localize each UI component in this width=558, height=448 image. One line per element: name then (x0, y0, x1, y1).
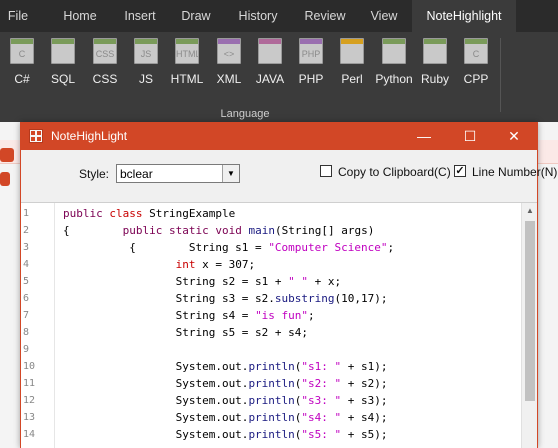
dialog-title: NoteHighLight (51, 129, 128, 143)
style-dropdown-value: bclear (120, 167, 153, 181)
code-line: System.out.println("s5: " + s5); (63, 428, 388, 441)
ribbon-divider (500, 38, 501, 112)
code-line: System.out.println("s1: " + s1); (63, 360, 388, 373)
ribbon-group-label: Language (220, 108, 270, 120)
line-number: 5 (23, 276, 30, 287)
html-file-icon: HTML (175, 38, 199, 64)
code-line: System.out.println("s2: " + s2); (63, 377, 388, 390)
tab-home[interactable]: Home (54, 0, 106, 32)
code-line: int x = 307; (175, 258, 256, 271)
code-line: public class StringExample (63, 207, 236, 220)
style-label: Style: (79, 167, 110, 181)
code-line: String s3 = s2.substring(10,17); (63, 292, 388, 305)
python-file-icon (382, 38, 406, 64)
xml-file-icon: <> (217, 38, 241, 64)
sql-file-icon (51, 38, 75, 64)
options-bar: Style: bclear ▼ Copy to Clipboard(C) ✓ L… (21, 150, 557, 198)
js-file-icon: JS (134, 38, 158, 64)
tab-notehighlight[interactable]: NoteHighlight (412, 0, 516, 32)
code-line: System.out.println("s4: " + s4); (63, 411, 388, 424)
line-number: 9 (23, 344, 30, 355)
code-line: String s5 = s2 + s4; (63, 326, 309, 339)
copy-to-clipboard-checkbox[interactable] (320, 165, 332, 177)
line-number: 12 (23, 395, 36, 406)
php-file-icon: PHP (299, 38, 323, 64)
language-button-label: CPP (463, 72, 489, 86)
scrollbar-thumb[interactable] (525, 221, 535, 401)
line-number: 4 (23, 259, 30, 270)
line-number-label[interactable]: Line Number(N) (472, 165, 557, 179)
tab-view[interactable]: View (362, 0, 406, 32)
line-number-gutter: 1 2 3 4 5 6 7 8 9 10 11 12 13 14 (21, 203, 55, 448)
line-number: 14 (23, 429, 36, 440)
minimize-icon: — (417, 128, 431, 144)
onenote-page-marker (0, 148, 14, 162)
line-number: 7 (23, 310, 30, 321)
line-number: 2 (23, 225, 30, 236)
onenote-page-marker (0, 172, 10, 186)
code-line: { String s1 = "Computer Science"; (63, 241, 395, 254)
code-line: System.out.println("s3: " + s3); (63, 394, 388, 407)
line-number-checkbox[interactable]: ✓ (454, 165, 466, 177)
dialog-title-bar[interactable]: NoteHighLight — ☐ ✕ (21, 122, 537, 150)
close-icon: ✕ (508, 128, 520, 144)
code-line: String s2 = s1 + " " + x; (63, 275, 342, 288)
notehighlight-dialog: NoteHighLight — ☐ ✕ Style: bclear ▼ Copy… (20, 122, 557, 448)
line-number: 3 (23, 242, 30, 253)
tab-insert[interactable]: Insert (116, 0, 164, 32)
line-number: 6 (23, 293, 30, 304)
chevron-down-icon[interactable]: ▼ (222, 165, 239, 182)
tab-history[interactable]: History (230, 0, 286, 32)
style-dropdown[interactable]: bclear ▼ (116, 164, 240, 183)
tab-file[interactable]: File (0, 0, 36, 32)
cpp-file-icon: C (464, 38, 488, 64)
maximize-button[interactable]: ☐ (447, 122, 493, 150)
copy-to-clipboard-label[interactable]: Copy to Clipboard(C) (338, 165, 451, 179)
java-file-icon (258, 38, 282, 64)
perl-file-icon (340, 38, 364, 64)
close-button[interactable]: ✕ (491, 122, 537, 150)
vertical-scrollbar[interactable]: ▲ (521, 203, 537, 448)
minimize-button[interactable]: — (401, 122, 447, 150)
ruby-file-icon (423, 38, 447, 64)
css-file-icon: CSS (93, 38, 117, 64)
tab-draw[interactable]: Draw (174, 0, 218, 32)
line-number: 1 (23, 208, 30, 219)
line-number: 11 (23, 378, 36, 389)
code-line: String s4 = "is fun"; (63, 309, 315, 322)
line-number: 8 (23, 327, 30, 338)
tab-review[interactable]: Review (298, 0, 352, 32)
code-line: { public static void main(String[] args) (63, 224, 375, 237)
ribbon-panel: C C# SQL CSS CSS JS JS HTML HTML <> XML JAVA PHP PHP P… (0, 32, 558, 122)
notehighlight-app-icon (29, 129, 43, 143)
line-number: 13 (23, 412, 36, 423)
ribbon-tab-bar: File Home Insert Draw History Review Vie… (0, 0, 558, 32)
code-preview[interactable]: 1 2 3 4 5 6 7 8 9 10 11 12 13 14 public class StringE… (21, 202, 537, 448)
maximize-icon: ☐ (463, 128, 477, 144)
csharp-file-icon: C (10, 38, 34, 64)
line-number: 10 (23, 361, 36, 372)
scroll-up-arrow-icon[interactable]: ▲ (522, 203, 538, 219)
language-button-cpp[interactable]: C CPP (456, 36, 496, 90)
